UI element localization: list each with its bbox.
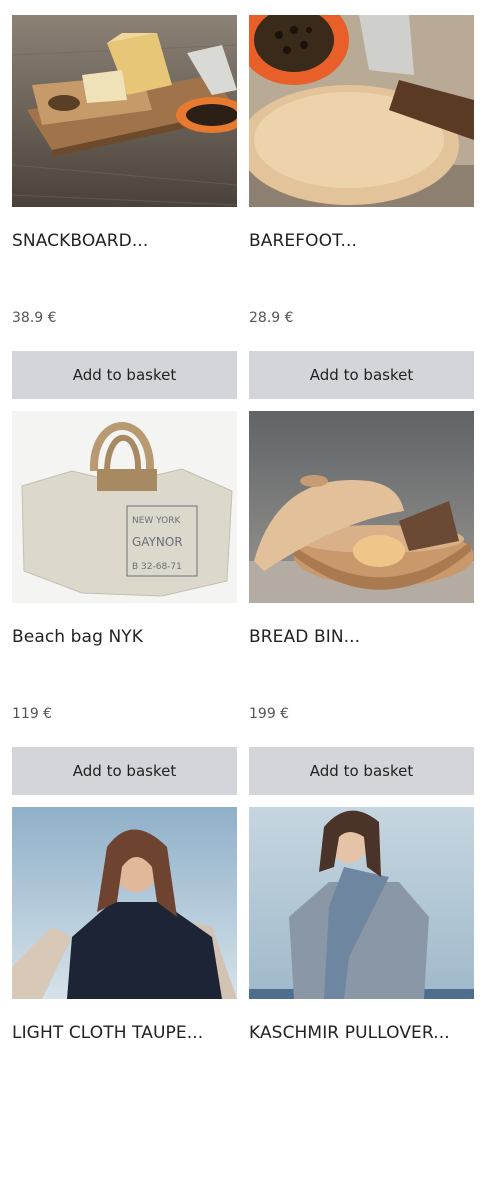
- product-title[interactable]: KASCHMIR PULLOVER...: [249, 1023, 474, 1043]
- product-card: LIGHT CLOTH TAUPE...: [12, 807, 237, 1203]
- product-title[interactable]: Beach bag NYK: [12, 627, 237, 647]
- product-card: KASCHMIR PULLOVER...: [249, 807, 474, 1203]
- product-title[interactable]: BAREFOOT...: [249, 231, 474, 251]
- product-image-kaschmir-pullover[interactable]: [249, 807, 474, 999]
- product-title[interactable]: BREAD BIN...: [249, 627, 474, 647]
- product-price: 38.9 €: [12, 310, 57, 326]
- product-card: BAREFOOT... 28.9 € Add to basket: [249, 15, 474, 411]
- product-title[interactable]: LIGHT CLOTH TAUPE...: [12, 1023, 237, 1043]
- product-price: 119 €: [12, 706, 53, 722]
- add-to-basket-button[interactable]: Add to basket: [249, 351, 474, 399]
- product-image-barefoot[interactable]: [249, 15, 474, 207]
- product-image-beach-bag[interactable]: NEW YORK GAYNOR B 32-68-71: [12, 411, 237, 603]
- product-card: SNACKBOARD... 38.9 € Add to basket: [12, 15, 237, 411]
- product-image-snackboard[interactable]: [12, 15, 237, 207]
- add-to-basket-button[interactable]: Add to basket: [249, 747, 474, 795]
- product-grid: SNACKBOARD... 38.9 € Add to basket BAREF…: [12, 15, 474, 1203]
- svg-text:B 32-68-71: B 32-68-71: [132, 562, 182, 572]
- svg-text:GAYNOR: GAYNOR: [132, 535, 183, 549]
- product-title[interactable]: SNACKBOARD...: [12, 231, 237, 251]
- add-to-basket-button[interactable]: Add to basket: [12, 351, 237, 399]
- product-price: 199 €: [249, 706, 290, 722]
- product-price: 28.9 €: [249, 310, 294, 326]
- product-image-light-cloth[interactable]: [12, 807, 237, 999]
- svg-text:NEW YORK: NEW YORK: [132, 516, 182, 526]
- add-to-basket-button[interactable]: Add to basket: [12, 747, 237, 795]
- product-card: NEW YORK GAYNOR B 32-68-71 Beach bag NYK…: [12, 411, 237, 807]
- product-image-bread-bin[interactable]: [249, 411, 474, 603]
- product-card: BREAD BIN... 199 € Add to basket: [249, 411, 474, 807]
